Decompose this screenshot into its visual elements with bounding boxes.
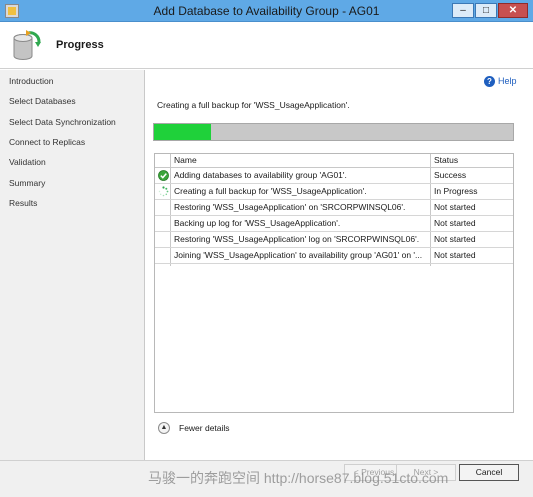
table-row[interactable]: Joining 'WSS_UsageApplication' to availa…: [155, 248, 513, 264]
page-header: Progress: [0, 23, 533, 69]
table-row[interactable]: Creating a full backup for 'WSS_UsageApp…: [155, 184, 513, 200]
row-name: Restoring 'WSS_UsageApplication' log on …: [174, 234, 420, 244]
collapse-details-icon[interactable]: ▲: [158, 422, 170, 434]
wizard-steps-sidebar: [0, 70, 145, 497]
sidebar-item-connect-to-replicas[interactable]: Connect to Replicas: [9, 137, 85, 147]
progress-bar: [153, 123, 514, 141]
row-name: Adding databases to availability group '…: [174, 170, 347, 180]
row-name: Creating a full backup for 'WSS_UsageApp…: [174, 186, 367, 196]
column-header-status[interactable]: Status: [434, 155, 458, 165]
help-icon[interactable]: ?: [484, 76, 495, 87]
minimize-button[interactable]: –: [452, 3, 474, 18]
table-row[interactable]: Restoring 'WSS_UsageApplication' log on …: [155, 232, 513, 248]
row-name: Joining 'WSS_UsageApplication' to availa…: [174, 250, 423, 260]
row-name: Backing up log for 'WSS_UsageApplication…: [174, 218, 341, 228]
row-status: Success: [434, 170, 467, 180]
row-status: Not started: [434, 218, 476, 228]
row-status: Not started: [434, 202, 476, 212]
cancel-button[interactable]: Cancel: [459, 464, 519, 481]
sidebar-item-summary[interactable]: Summary: [9, 178, 45, 188]
maximize-button[interactable]: □: [475, 3, 497, 18]
progress-bar-fill: [154, 124, 212, 140]
table-row[interactable]: Adding databases to availability group '…: [155, 168, 513, 184]
in-progress-spinner-icon: [158, 186, 169, 197]
title-bar: Add Database to Availability Group - AG0…: [0, 0, 533, 22]
row-status: In Progress: [434, 186, 478, 196]
sidebar-item-validation[interactable]: Validation: [9, 157, 46, 167]
sidebar-item-select-data-synchronization[interactable]: Select Data Synchronization: [9, 117, 116, 127]
row-status: Not started: [434, 234, 476, 244]
watermark-text: 马骏一的奔跑空间 http://horse87.blog.51cto.com: [148, 470, 449, 486]
status-message: Creating a full backup for 'WSS_UsageApp…: [157, 100, 350, 110]
sidebar-item-results[interactable]: Results: [9, 198, 37, 208]
sidebar-item-select-databases[interactable]: Select Databases: [9, 96, 76, 106]
row-status: Not started: [434, 250, 476, 260]
grid-header: Name Status: [155, 154, 513, 168]
page-title: Progress: [56, 39, 104, 51]
fewer-details-link[interactable]: Fewer details: [179, 423, 230, 433]
help-link[interactable]: Help: [498, 76, 517, 86]
table-row[interactable]: Backing up log for 'WSS_UsageApplication…: [155, 216, 513, 232]
column-header-name[interactable]: Name: [174, 155, 197, 165]
table-row[interactable]: Restoring 'WSS_UsageApplication' on 'SRC…: [155, 200, 513, 216]
success-check-icon: [158, 170, 169, 181]
close-button[interactable]: ✕: [498, 3, 528, 18]
row-name: Restoring 'WSS_UsageApplication' on 'SRC…: [174, 202, 406, 212]
progress-details-grid: Name Status Adding databases to availabi…: [154, 153, 514, 413]
sidebar-item-introduction[interactable]: Introduction: [9, 76, 53, 86]
database-sync-icon: [13, 30, 41, 60]
